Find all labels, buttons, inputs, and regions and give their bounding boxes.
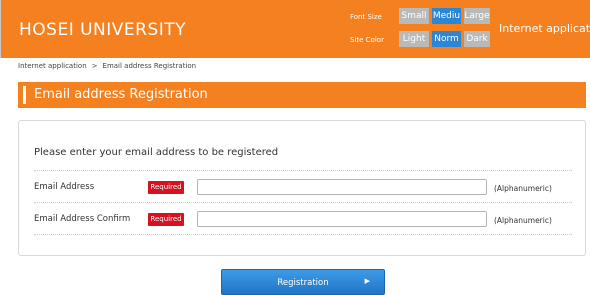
internet-application-link[interactable]: Internet application	[499, 22, 590, 35]
email-confirm-field[interactable]	[197, 211, 487, 227]
registration-form: Please enter your email address to be re…	[18, 120, 586, 256]
breadcrumb-parent-link[interactable]: Internet application	[18, 62, 87, 70]
email-address-label: Email Address	[34, 182, 95, 192]
page-title-bar: Email address Registration	[18, 82, 586, 108]
required-badge: Required	[148, 213, 184, 226]
breadcrumb: Internet application > Email address Regis…	[18, 62, 196, 70]
form-divider	[34, 170, 572, 171]
email-address-hint: (Alphanumeric)	[494, 184, 552, 193]
site-color-light-button[interactable]: Light	[399, 31, 429, 47]
font-size-large-button[interactable]: Large	[464, 8, 490, 24]
email-confirm-hint: (Alphanumeric)	[494, 216, 552, 225]
page-title: Email address Registration	[34, 87, 208, 102]
breadcrumb-current: Email address Registration	[102, 62, 197, 70]
title-accent-bar	[23, 86, 26, 104]
chevron-right-icon: ▶	[364, 277, 370, 285]
font-size-medium-button[interactable]: Mediu	[432, 8, 461, 24]
site-header: HOSEI UNIVERSITY Font Size Small Mediu L…	[0, 0, 590, 58]
site-color-normal-button[interactable]: Norm	[432, 31, 461, 47]
registration-button[interactable]: Registration ▶	[221, 269, 385, 295]
site-color-dark-button[interactable]: Dark	[464, 31, 490, 47]
registration-button-label: Registration	[277, 278, 329, 288]
form-heading: Please enter your email address to be re…	[34, 147, 279, 158]
site-title[interactable]: HOSEI UNIVERSITY	[19, 20, 186, 40]
font-size-label: Font Size	[350, 13, 382, 21]
email-confirm-label: Email Address Confirm	[34, 214, 131, 224]
email-address-field[interactable]	[197, 179, 487, 195]
form-divider	[34, 234, 572, 235]
font-size-small-button[interactable]: Small	[399, 8, 429, 24]
breadcrumb-separator: >	[91, 62, 98, 70]
form-divider	[34, 202, 572, 203]
required-badge: Required	[148, 181, 184, 194]
site-color-label: Site Color	[350, 36, 384, 44]
